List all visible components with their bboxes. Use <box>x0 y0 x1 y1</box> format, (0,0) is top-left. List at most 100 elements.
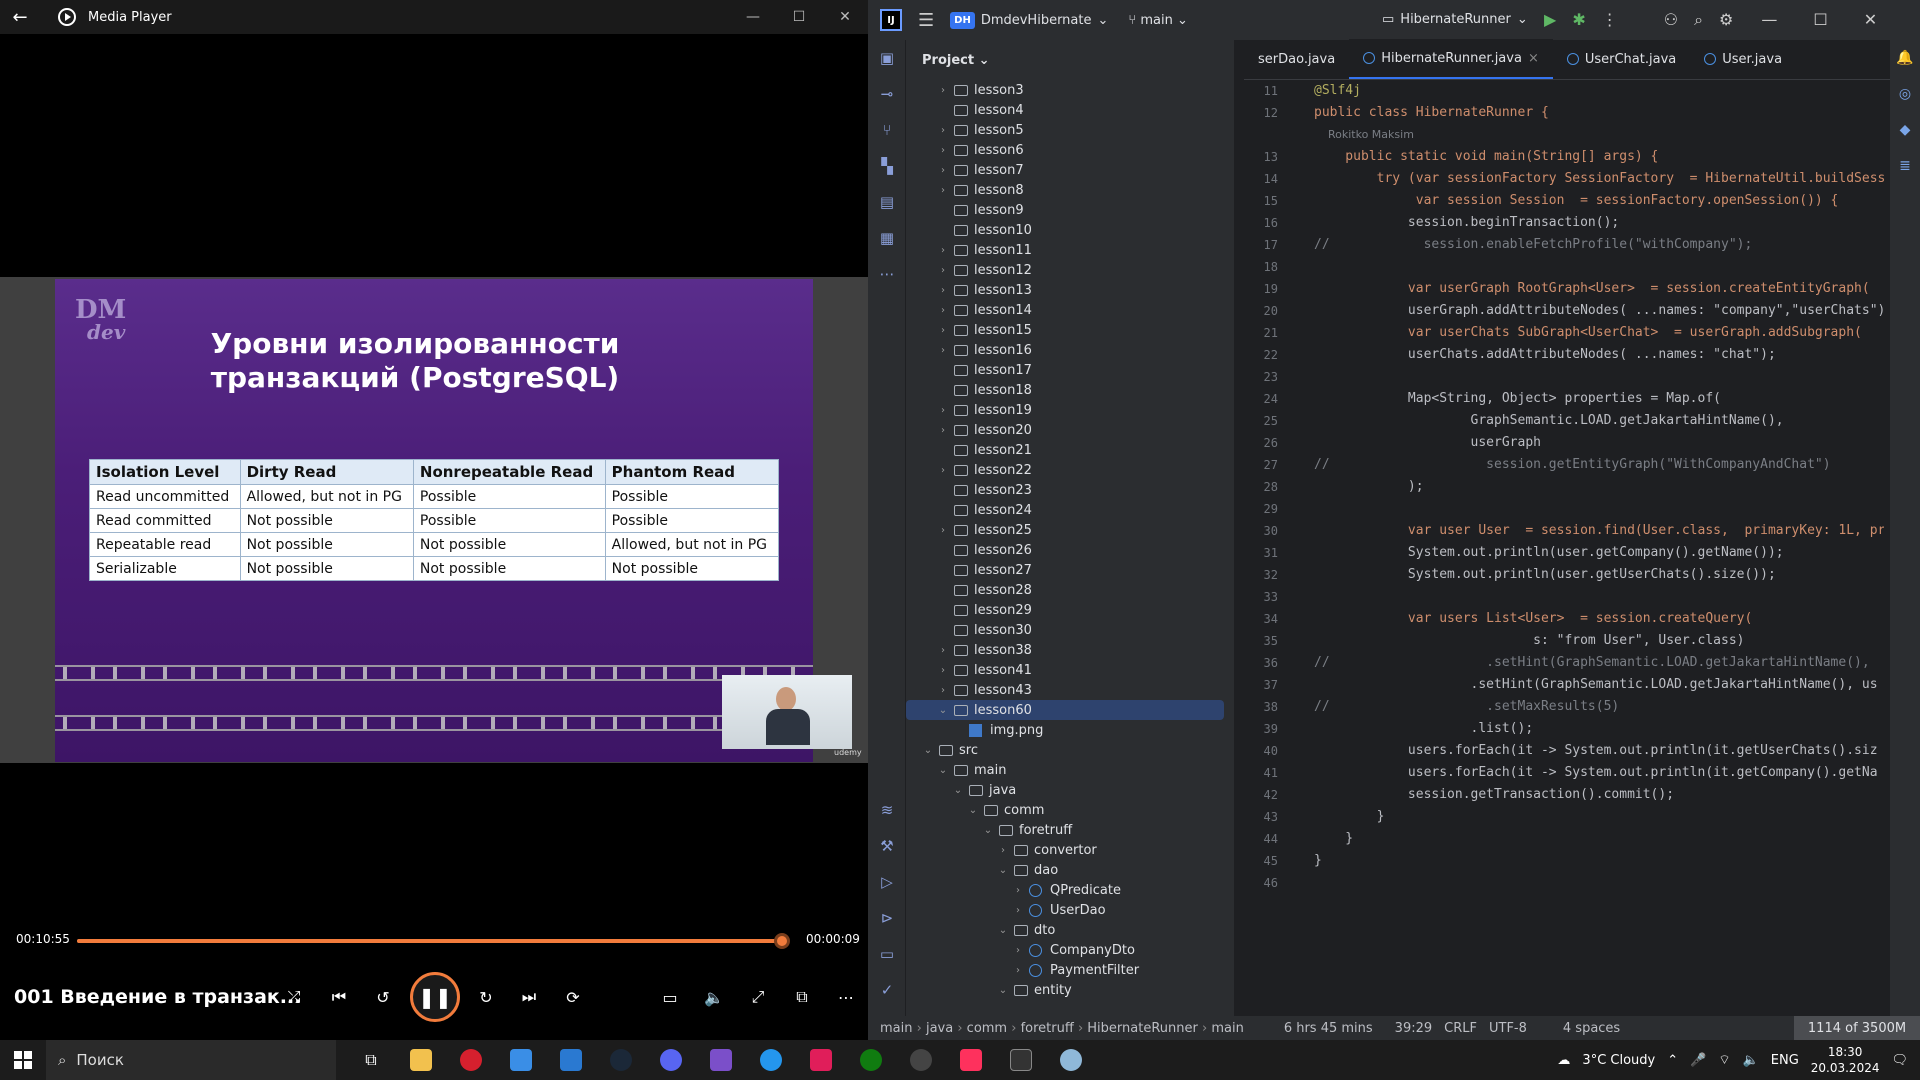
chevron-down-icon[interactable]: ⌄ <box>996 865 1010 876</box>
time-tracker[interactable]: 6 hrs 45 mins <box>1284 1021 1373 1036</box>
tree-item[interactable]: › lesson14 <box>906 300 1234 320</box>
chevron-down-icon[interactable]: ⌄ <box>951 785 965 796</box>
editor-tab[interactable]: serDao.java <box>1244 39 1349 79</box>
chevron-right-icon[interactable]: › <box>936 645 950 656</box>
tree-item[interactable]: lesson18 <box>906 380 1234 400</box>
chevron-right-icon[interactable]: › <box>1011 885 1025 896</box>
tree-item[interactable]: lesson4 <box>906 100 1234 120</box>
tree-item[interactable]: lesson30 <box>906 620 1234 640</box>
code-line[interactable]: users.forEach(it -> System.out.println(i… <box>1314 740 1884 762</box>
chevron-down-icon[interactable]: ⌄ <box>996 985 1010 996</box>
tree-item[interactable]: › PaymentFilter <box>906 960 1234 980</box>
indent-setting[interactable]: 4 spaces <box>1563 1021 1620 1036</box>
close-button[interactable]: ✕ <box>1864 10 1877 30</box>
project-panel-header[interactable]: Project ⌄ <box>906 40 1234 80</box>
code-line[interactable]: userGraph.addAttributeNodes( ...names: "… <box>1314 300 1884 322</box>
chevron-right-icon[interactable]: › <box>936 665 950 676</box>
services-icon[interactable]: ⊳ <box>868 900 906 936</box>
maximize-button[interactable]: ☐ <box>776 0 822 34</box>
tree-item[interactable]: › lesson41 <box>906 660 1234 680</box>
tree-item[interactable]: › convertor <box>906 840 1234 860</box>
run-icon[interactable]: ▶ <box>1544 10 1556 30</box>
plugins-icon[interactable]: ▦ <box>868 220 906 256</box>
code-line[interactable]: session.beginTransaction(); <box>1314 212 1884 234</box>
chevron-down-icon[interactable]: ⌄ <box>936 705 950 716</box>
seek-bar[interactable] <box>77 933 790 949</box>
chevron-right-icon[interactable]: › <box>1011 965 1025 976</box>
store-icon[interactable] <box>496 1040 546 1080</box>
tree-item[interactable]: img.png <box>906 720 1234 740</box>
mail-icon[interactable] <box>546 1040 596 1080</box>
tree-item[interactable]: lesson23 <box>906 480 1234 500</box>
task-view-icon[interactable]: ⧉ <box>346 1040 396 1080</box>
code-line[interactable]: // session.enableFetchProfile("withCompa… <box>1314 234 1884 256</box>
code-line[interactable] <box>1314 498 1884 520</box>
weather-text[interactable]: 3°C Cloudy <box>1582 1053 1655 1068</box>
tree-item[interactable]: ⌄ entity <box>906 980 1234 1000</box>
file-explorer-icon[interactable] <box>396 1040 446 1080</box>
search-icon[interactable]: ⌕ <box>1694 10 1703 30</box>
line-separator[interactable]: CRLF <box>1444 1021 1477 1036</box>
tree-item[interactable]: lesson10 <box>906 220 1234 240</box>
code-line[interactable]: // .setMaxResults(5) <box>1314 696 1884 718</box>
code-line[interactable]: var userChats SubGraph<UserChat> = userG… <box>1314 322 1884 344</box>
terminal-icon[interactable] <box>996 1040 1046 1080</box>
visual-studio-icon[interactable] <box>696 1040 746 1080</box>
more-actions-icon[interactable]: ⋮ <box>1602 10 1618 30</box>
run-configuration[interactable]: ▭ HibernateRunner ⌄ <box>1382 12 1528 27</box>
forward-30-icon[interactable]: ↻ <box>471 982 501 1012</box>
chevron-right-icon[interactable]: › <box>1011 945 1025 956</box>
tree-item[interactable]: › lesson3 <box>906 80 1234 100</box>
run-tool-icon[interactable]: ▷ <box>868 864 906 900</box>
tree-item[interactable]: › lesson19 <box>906 400 1234 420</box>
code-line[interactable]: .list(); <box>1314 718 1884 740</box>
gradle-icon[interactable]: ◆ <box>1890 112 1920 148</box>
tree-item[interactable]: lesson21 <box>906 440 1234 460</box>
tree-item[interactable]: ⌄ dao <box>906 860 1234 880</box>
editor-tab[interactable]: User.java <box>1690 39 1796 79</box>
tree-item[interactable]: lesson28 <box>906 580 1234 600</box>
chevron-right-icon[interactable]: › <box>936 265 950 276</box>
opera-icon[interactable] <box>446 1040 496 1080</box>
code-line[interactable]: var user User = session.find(User.class,… <box>1314 520 1884 542</box>
breadcrumb-item[interactable]: HibernateRunner <box>1087 1021 1198 1036</box>
chevron-right-icon[interactable]: › <box>936 85 950 96</box>
add-user-icon[interactable]: ⚇ <box>1664 10 1678 30</box>
chevron-right-icon[interactable]: › <box>936 465 950 476</box>
xbox-icon[interactable] <box>846 1040 896 1080</box>
editor-tab[interactable]: UserChat.java <box>1553 39 1690 79</box>
notifications-icon[interactable]: 🗨 <box>1891 1053 1908 1068</box>
breadcrumb-item[interactable]: main <box>880 1021 912 1036</box>
commit-tool-icon[interactable]: ⊸ <box>868 76 906 112</box>
wifi-icon[interactable]: ⌔ <box>1718 1052 1730 1068</box>
more-options-icon[interactable]: ⋯ <box>831 982 861 1012</box>
chevron-down-icon[interactable]: ⌄ <box>981 825 995 836</box>
code-line[interactable]: Map<String, Object> properties = Map.of( <box>1314 388 1884 410</box>
tree-item[interactable]: lesson24 <box>906 500 1234 520</box>
tree-item[interactable]: › CompanyDto <box>906 940 1234 960</box>
maximize-button[interactable]: ☐ <box>1813 10 1827 30</box>
tree-item[interactable]: ⌄ dto <box>906 920 1234 940</box>
repeat-off-icon[interactable]: ⟳ <box>558 982 588 1012</box>
breadcrumb-item[interactable]: java <box>926 1021 953 1036</box>
build-icon[interactable]: ⚒ <box>868 828 906 864</box>
tree-item[interactable]: ⌄ src <box>906 740 1234 760</box>
tree-item[interactable]: › lesson15 <box>906 320 1234 340</box>
microphone-icon[interactable]: 🎤 <box>1690 1053 1706 1068</box>
chevron-up-icon[interactable]: ⌃ <box>1667 1053 1678 1068</box>
chevron-down-icon[interactable]: ⌄ <box>966 805 980 816</box>
back-arrow-icon[interactable]: ← <box>0 7 40 28</box>
start-button[interactable] <box>0 1040 46 1080</box>
chevron-right-icon[interactable]: › <box>936 425 950 436</box>
tree-item[interactable]: › lesson20 <box>906 420 1234 440</box>
notifications-icon[interactable]: 🔔 <box>1890 40 1920 76</box>
tree-item[interactable]: › lesson43 <box>906 680 1234 700</box>
code-line[interactable]: ); <box>1314 476 1884 498</box>
media-player-icon[interactable] <box>896 1040 946 1080</box>
code-line[interactable]: public static void main(String[] args) { <box>1314 146 1884 168</box>
tree-item[interactable]: lesson17 <box>906 360 1234 380</box>
volume-icon[interactable]: 🔈 <box>699 982 729 1012</box>
minimize-button[interactable]: — <box>1761 10 1777 30</box>
tree-item[interactable]: › lesson16 <box>906 340 1234 360</box>
fullscreen-icon[interactable]: ⤢ <box>743 982 773 1012</box>
